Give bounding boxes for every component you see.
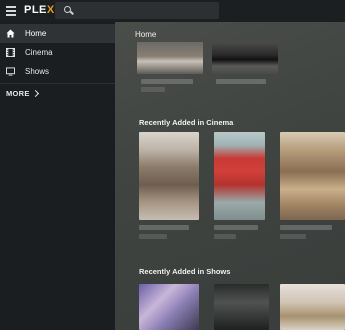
item-title-placeholder bbox=[214, 225, 258, 230]
main-content: Home Recently Added in Cinema Recently A… bbox=[115, 22, 345, 330]
item-title-placeholder bbox=[216, 79, 266, 84]
sidebar-item-cinema[interactable]: Cinema bbox=[0, 43, 115, 62]
hamburger-icon[interactable] bbox=[6, 6, 16, 16]
show-poster[interactable] bbox=[139, 284, 199, 330]
film-icon bbox=[6, 48, 15, 57]
sidebar-item-label: Shows bbox=[25, 67, 50, 76]
more-label: MORE bbox=[6, 88, 30, 98]
plex-logo[interactable]: PLEX bbox=[24, 4, 55, 16]
search-input[interactable] bbox=[55, 2, 219, 19]
chevron-right-icon bbox=[31, 89, 39, 97]
sidebar: Home Cinema Shows MORE bbox=[0, 22, 115, 330]
section-title-shows: Recently Added in Shows bbox=[139, 267, 231, 276]
sidebar-item-label: Cinema bbox=[25, 48, 53, 57]
home-icon bbox=[6, 29, 15, 38]
more-button[interactable]: MORE bbox=[6, 85, 39, 101]
show-poster[interactable] bbox=[280, 284, 345, 330]
page-title: Home bbox=[135, 30, 157, 39]
logo-text: PLEX bbox=[24, 4, 55, 16]
search-icon[interactable] bbox=[64, 6, 71, 13]
tv-icon bbox=[6, 67, 15, 76]
show-poster[interactable] bbox=[214, 284, 269, 330]
sidebar-item-shows[interactable]: Shows bbox=[0, 62, 115, 81]
hub-item-poster[interactable] bbox=[212, 42, 278, 74]
item-title-placeholder bbox=[141, 79, 193, 84]
item-title-placeholder bbox=[214, 234, 236, 239]
item-title-placeholder bbox=[280, 234, 306, 239]
sidebar-item-label: Home bbox=[25, 29, 47, 38]
item-title-placeholder bbox=[139, 225, 189, 230]
section-title-cinema: Recently Added in Cinema bbox=[139, 118, 234, 127]
sidebar-divider bbox=[0, 83, 115, 84]
sidebar-item-home[interactable]: Home bbox=[0, 24, 115, 43]
item-title-placeholder bbox=[141, 87, 165, 92]
hub-item-poster[interactable] bbox=[137, 42, 203, 74]
movie-poster[interactable] bbox=[280, 132, 345, 220]
item-title-placeholder bbox=[139, 234, 167, 239]
top-bar: PLEX bbox=[0, 0, 345, 22]
item-title-placeholder bbox=[280, 225, 332, 230]
logo-accent-letter: X bbox=[46, 4, 55, 16]
movie-poster[interactable] bbox=[214, 132, 265, 220]
movie-poster[interactable] bbox=[139, 132, 199, 220]
